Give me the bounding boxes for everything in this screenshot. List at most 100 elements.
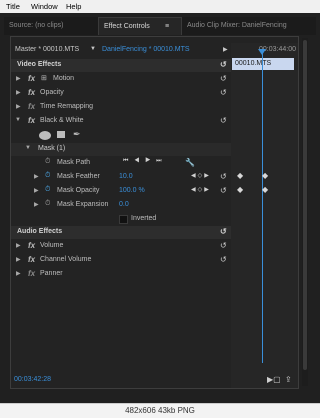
master-clip-label[interactable]: Master * 00010.MTS bbox=[15, 46, 79, 53]
video-effects-header: Video Effects ↺ bbox=[11, 59, 231, 72]
mask-inverted-row: Inverted bbox=[11, 213, 231, 226]
scrollbar-thumb[interactable] bbox=[303, 40, 307, 370]
reset-icon[interactable]: ↺ bbox=[220, 172, 227, 181]
mask-opacity-label: Mask Opacity bbox=[57, 187, 100, 194]
effect-row-motion[interactable]: ▶ fx ⊞ Motion ↺ bbox=[11, 73, 231, 86]
effect-label-opacity: Opacity bbox=[40, 89, 64, 96]
reset-icon[interactable]: ↺ bbox=[220, 241, 227, 250]
rectangle-mask-icon[interactable] bbox=[57, 131, 65, 138]
expand-triangle-icon[interactable]: ▶ bbox=[34, 201, 39, 208]
filter-property-icon[interactable]: ▶▢ bbox=[267, 375, 281, 384]
playhead-handle[interactable] bbox=[258, 49, 266, 55]
tab-source[interactable]: Source: (no clips) bbox=[4, 17, 98, 35]
image-caption-bar: 482x606 43kb PNG bbox=[0, 403, 320, 418]
mask-expansion-value[interactable]: 0.0 bbox=[119, 201, 129, 208]
audio-effects-title: Audio Effects bbox=[17, 228, 63, 235]
current-timecode[interactable]: 00:03:42:28 bbox=[14, 376, 51, 383]
tab-effect-controls[interactable]: Effect Controls ≡ bbox=[98, 17, 182, 35]
audio-effects-header: Audio Effects ↺ bbox=[11, 226, 231, 239]
stopwatch-icon[interactable]: ⏱ bbox=[45, 158, 50, 166]
menubar: Title Window Help bbox=[0, 0, 320, 14]
reset-icon[interactable]: ↺ bbox=[220, 186, 227, 195]
export-icon[interactable]: ⇪ bbox=[285, 375, 292, 384]
mask-feather-value[interactable]: 10.0 bbox=[119, 173, 133, 180]
fx-toggle-icon[interactable]: fx bbox=[28, 102, 35, 111]
fx-toggle-icon[interactable]: fx bbox=[28, 116, 35, 125]
play-only-this-clip-icon[interactable]: ▶ bbox=[223, 46, 228, 53]
expand-triangle-icon[interactable]: ▶ bbox=[34, 173, 39, 180]
pen-mask-icon[interactable]: ✒ bbox=[73, 129, 81, 140]
mask-opacity-row: ▶ ⏱ Mask Opacity 100.0 % ◀◇▶ ↺ bbox=[11, 185, 231, 198]
expand-triangle-icon[interactable]: ▶ bbox=[34, 187, 39, 194]
fx-toggle-icon[interactable]: fx bbox=[28, 88, 35, 97]
effect-label-time-remapping: Time Remapping bbox=[40, 103, 94, 110]
effect-label-motion: Motion bbox=[53, 75, 75, 82]
panel-footer: 00:03:42:28 ▶▢ ⇪ bbox=[11, 374, 298, 388]
effect-label-volume: Volume bbox=[40, 242, 64, 249]
panel-menu-icon[interactable]: ≡ bbox=[165, 18, 169, 36]
keyframe-nav-icon[interactable]: ◀◇▶ bbox=[191, 186, 211, 193]
inverted-label: Inverted bbox=[131, 215, 157, 222]
mask-feather-label: Mask Feather bbox=[57, 173, 100, 180]
mask-row[interactable]: ▼ Mask (1) bbox=[11, 143, 231, 156]
source-header: Master * 00010.MTS ▼ DanielFencing * 000… bbox=[11, 43, 231, 57]
wrench-icon[interactable]: 🔧 bbox=[185, 158, 195, 167]
image-caption: 482x606 43kb PNG bbox=[125, 406, 195, 415]
tab-bar: Source: (no clips) Effect Controls ≡ Aud… bbox=[4, 17, 316, 35]
effect-row-time-remapping[interactable]: ▶ fx Time Remapping bbox=[11, 101, 231, 114]
mask-path-label: Mask Path bbox=[57, 159, 91, 166]
keyframe-icon[interactable]: ◆ bbox=[262, 185, 268, 194]
menu-help[interactable]: Help bbox=[66, 2, 81, 11]
clip-bar[interactable]: 00010.MTS bbox=[232, 58, 294, 70]
mask-expansion-label: Mask Expansion bbox=[57, 201, 109, 208]
reset-icon[interactable]: ↺ bbox=[220, 60, 227, 69]
effect-row-black-white[interactable]: ▼ fx Black & White ↺ bbox=[11, 115, 231, 128]
reset-icon[interactable]: ↺ bbox=[220, 227, 227, 236]
keyframe-icon[interactable]: ◆ bbox=[237, 185, 243, 194]
playhead-line[interactable] bbox=[262, 53, 263, 363]
mini-timeline[interactable] bbox=[231, 43, 298, 388]
stopwatch-active-icon[interactable]: ⏱ bbox=[45, 186, 50, 194]
reset-icon[interactable]: ↺ bbox=[220, 74, 227, 83]
fx-toggle-icon[interactable]: fx bbox=[28, 74, 35, 83]
mask-expansion-row: ▶ ⏱ Mask Expansion 0.0 bbox=[11, 199, 231, 212]
reset-icon[interactable]: ↺ bbox=[220, 88, 227, 97]
inverted-checkbox[interactable] bbox=[119, 215, 128, 224]
expand-triangle-icon[interactable]: ▶ bbox=[16, 270, 21, 277]
ellipse-mask-icon[interactable] bbox=[39, 131, 51, 140]
mask-path-row: ⏱ Mask Path ⏮ ◀ ▶ ⏭ 🔧 bbox=[11, 157, 231, 170]
mask-title: Mask (1) bbox=[38, 145, 66, 152]
stopwatch-icon[interactable]: ⏱ bbox=[45, 200, 50, 208]
menu-title[interactable]: Title bbox=[6, 2, 20, 11]
effect-label-channel-volume: Channel Volume bbox=[40, 256, 92, 263]
keyframe-icon[interactable]: ◆ bbox=[262, 171, 268, 180]
fx-toggle-icon[interactable]: fx bbox=[28, 255, 35, 264]
keyframe-nav-icon[interactable]: ◀◇▶ bbox=[191, 172, 211, 179]
expand-triangle-icon[interactable]: ▶ bbox=[16, 242, 21, 249]
mask-feather-row: ▶ ⏱ Mask Feather 10.0 ◀◇▶ ↺ bbox=[11, 171, 231, 184]
expand-triangle-icon[interactable]: ▶ bbox=[16, 89, 21, 96]
menu-window[interactable]: Window bbox=[31, 2, 58, 11]
expand-triangle-icon[interactable]: ▶ bbox=[16, 103, 21, 110]
fx-toggle-icon[interactable]: fx bbox=[28, 269, 35, 278]
video-effects-title: Video Effects bbox=[17, 61, 62, 68]
collapse-triangle-icon[interactable]: ▼ bbox=[15, 117, 21, 123]
mask-track-controls[interactable]: ⏮ ◀ ▶ ⏭ bbox=[123, 158, 164, 165]
effect-row-volume[interactable]: ▶ fx Volume ↺ bbox=[11, 240, 231, 253]
reset-icon[interactable]: ↺ bbox=[220, 116, 227, 125]
expand-triangle-icon[interactable]: ▶ bbox=[16, 75, 21, 82]
fx-toggle-icon[interactable]: fx bbox=[28, 241, 35, 250]
effect-row-channel-volume[interactable]: ▶ fx Channel Volume ↺ bbox=[11, 254, 231, 267]
mask-opacity-value[interactable]: 100.0 % bbox=[119, 187, 145, 194]
collapse-triangle-icon[interactable]: ▼ bbox=[25, 145, 31, 151]
reset-icon[interactable]: ↺ bbox=[220, 255, 227, 264]
effect-row-panner[interactable]: ▶ fx Panner bbox=[11, 268, 231, 281]
effect-row-opacity[interactable]: ▶ fx Opacity ↺ bbox=[11, 87, 231, 100]
effect-label-panner: Panner bbox=[40, 270, 63, 277]
master-dropdown-icon[interactable]: ▼ bbox=[90, 46, 96, 52]
expand-triangle-icon[interactable]: ▶ bbox=[16, 256, 21, 263]
sequence-clip-label[interactable]: DanielFencing * 00010.MTS bbox=[102, 46, 190, 53]
tab-audio-clip-mixer[interactable]: Audio Clip Mixer: DanielFencing bbox=[182, 17, 316, 35]
keyframe-icon[interactable]: ◆ bbox=[237, 171, 243, 180]
stopwatch-active-icon[interactable]: ⏱ bbox=[45, 172, 50, 180]
